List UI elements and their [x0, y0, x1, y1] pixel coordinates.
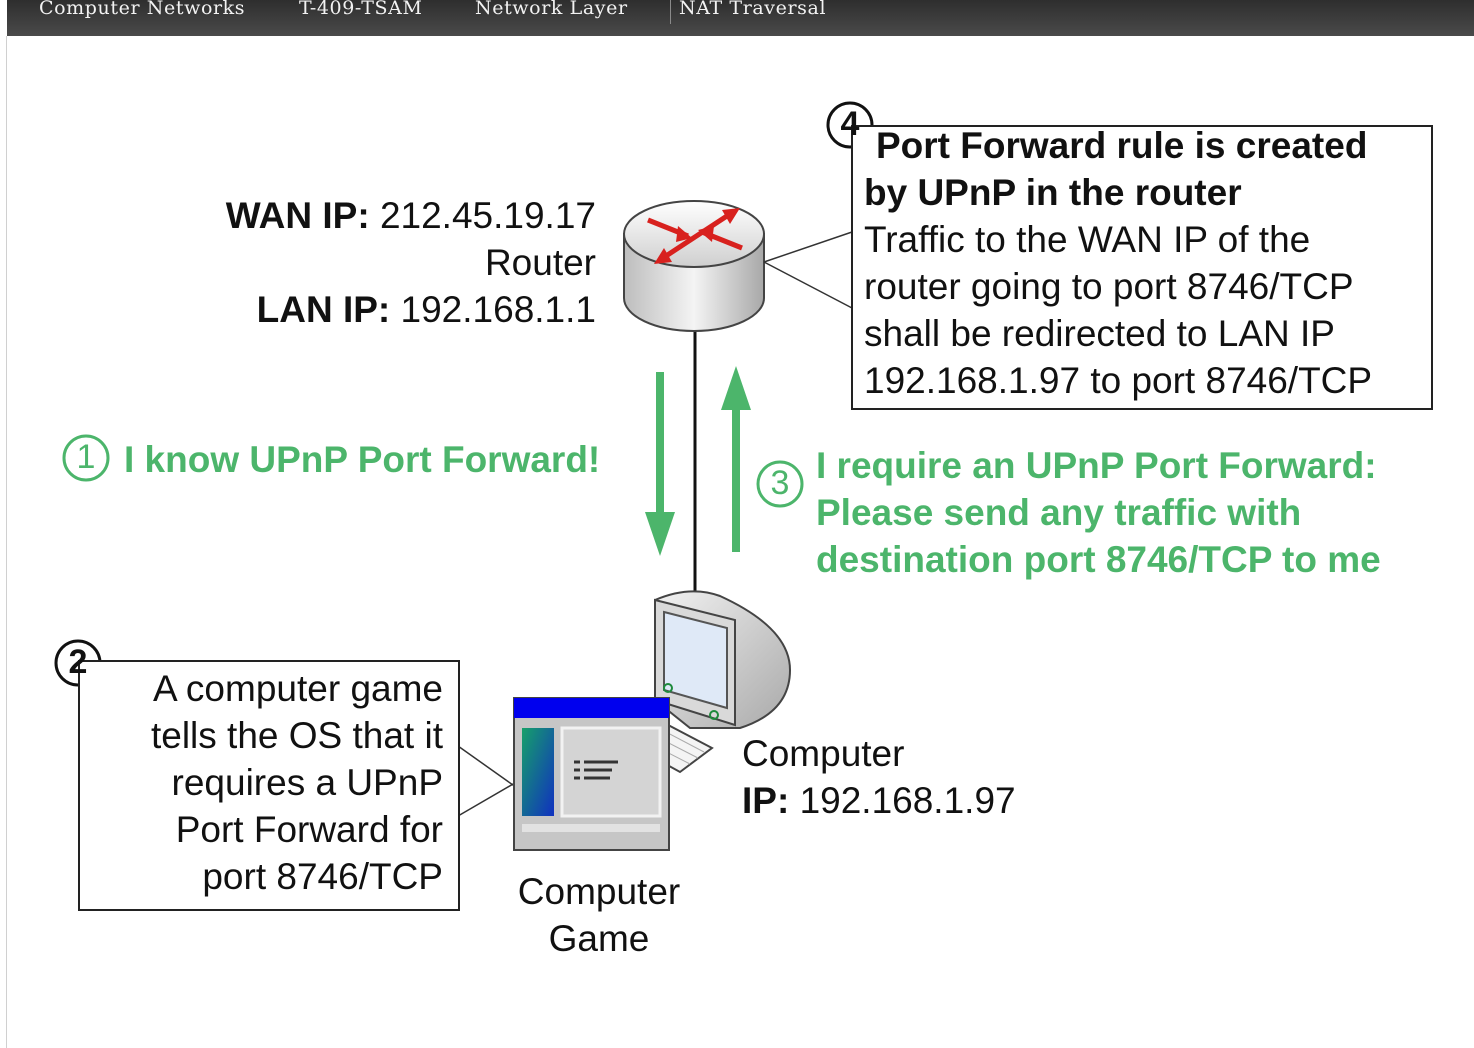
step-1-number: 1: [76, 438, 96, 476]
router-icon: [623, 200, 765, 332]
router-wan-ip: 212.45.19.17: [379, 195, 596, 236]
computer-ip-label: IP:: [742, 780, 790, 821]
callout-2-line-3: requires a UPnP: [171, 762, 443, 803]
callout-2-line-4: Port Forward for: [175, 809, 443, 850]
router-wan-line: WAN IP: 212.45.19.17: [150, 192, 596, 239]
step-1-text: I know UPnP Port Forward!: [124, 439, 601, 480]
computer-ip-line: IP: 192.168.1.97: [742, 777, 1016, 824]
step-3-number: 3: [770, 464, 790, 502]
game-label-2: Game: [548, 918, 650, 959]
game-label-1: Computer: [517, 871, 681, 912]
callout-4-line-3: shall be redirected to LAN IP: [864, 313, 1335, 354]
callout-2-leader-lower: [457, 779, 521, 817]
step-3-line-1: I require an UPnP Port Forward:: [816, 445, 1377, 486]
router-wan-label: WAN IP:: [225, 195, 370, 236]
step-3-line-3: destination port 8746/TCP to me: [816, 539, 1381, 580]
step-2-number: 2: [68, 643, 88, 681]
step-3-line-2: Please send any traffic with: [816, 492, 1302, 533]
router-lan-ip: 192.168.1.1: [400, 289, 596, 330]
computer-ip: 192.168.1.97: [799, 780, 1016, 821]
router-name: Router: [484, 242, 596, 283]
callout-2-line-1: A computer game: [153, 668, 443, 709]
callout-2-leader: [457, 745, 521, 791]
router-lan-label: LAN IP:: [256, 289, 391, 330]
callout-4-title-1: Port Forward rule is created: [876, 125, 1368, 166]
callout-4-leader: [763, 231, 853, 263]
callout-4-line-4: 192.168.1.97 to port 8746/TCP: [864, 360, 1373, 401]
callout-2-line-5: port 8746/TCP: [202, 856, 443, 897]
computer-name: Computer: [742, 733, 905, 774]
router-lan-line: LAN IP: 192.168.1.1: [150, 286, 596, 333]
callout-4-line-2: router going to port 8746/TCP: [864, 266, 1354, 307]
arrow-up-icon: [721, 366, 751, 552]
callout-4-title-2: by UPnP in the router: [864, 172, 1242, 213]
game-window-icon: [513, 697, 670, 851]
callout-4-leader-lower: [763, 261, 853, 309]
step-4-number: 4: [840, 105, 860, 143]
callout-4-line-1: Traffic to the WAN IP of the: [864, 219, 1311, 260]
callout-2-line-2: tells the OS that it: [150, 715, 443, 756]
arrow-down-icon: [645, 372, 675, 556]
